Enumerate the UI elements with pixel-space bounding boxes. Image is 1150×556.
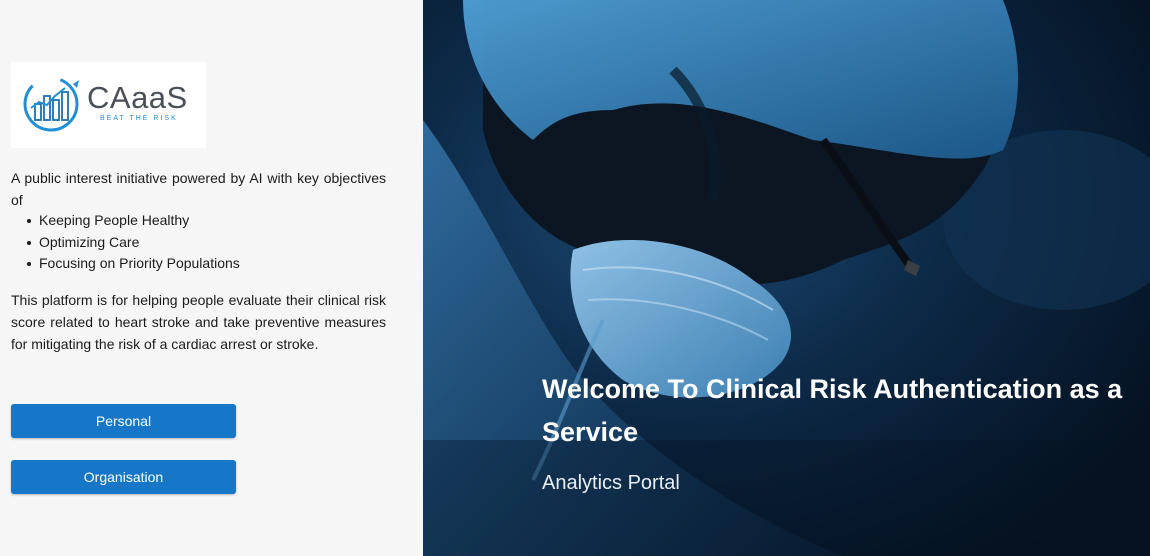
objective-item: Focusing on Priority Populations [27, 253, 414, 275]
intro-text: A public interest initiative powered by … [11, 170, 386, 208]
personal-button[interactable]: Personal [11, 404, 236, 438]
hero-panel: Welcome To Clinical Risk Authentication … [423, 0, 1150, 556]
objectives-list: Keeping People Healthy Optimizing Care F… [11, 210, 414, 275]
hero-surgeon-image [423, 0, 1150, 556]
logo: CAaaS BEAT THE RISK [11, 62, 206, 148]
hero-subtitle: Analytics Portal [542, 472, 680, 494]
platform-description: This platform is for helping people eval… [11, 292, 386, 352]
logo-mark-icon [23, 76, 79, 132]
hero-title: Welcome To Clinical Risk Authentication … [542, 374, 1123, 447]
logo-name: CAaaS [87, 80, 188, 115]
left-panel: CAaaS BEAT THE RISK A public interest in… [0, 0, 423, 556]
logo-tagline: BEAT THE RISK [100, 115, 178, 122]
objective-item: Keeping People Healthy [27, 210, 414, 232]
organisation-button[interactable]: Organisation [11, 460, 236, 494]
objective-item: Optimizing Care [27, 232, 414, 254]
